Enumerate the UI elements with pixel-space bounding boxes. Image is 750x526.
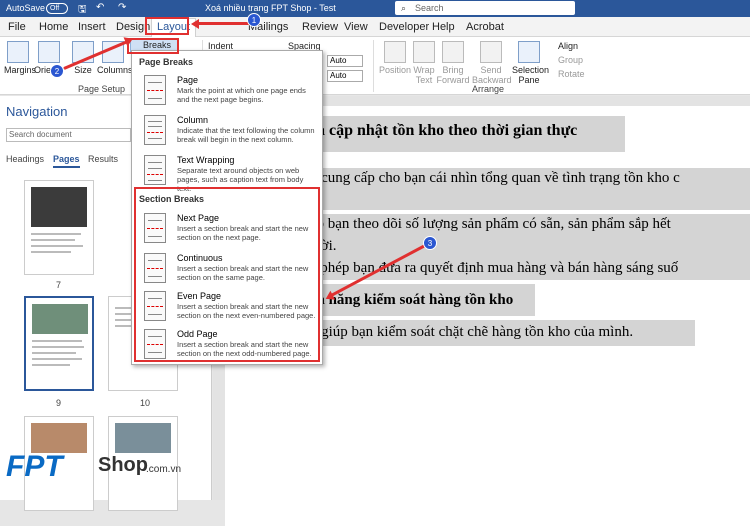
margins-label: Margins [4,65,37,75]
position-label: Position [378,65,412,75]
logo-brand: FPT [6,450,63,483]
page-thumbnail-selected[interactable] [24,296,94,391]
doc-line: S giúp bạn kiểm soát chặt chẽ hàng tồn k… [309,324,634,340]
redo-icon[interactable]: ↷ [118,2,126,13]
tab-developer[interactable]: Developer [379,21,429,33]
send-backward-button[interactable]: Send Backward [472,41,512,85]
undo-icon[interactable]: ↶ [96,2,104,13]
title-bar: AutoSave Off 🖫 ↶ ↷ Xoá nhiều trang FPT S… [0,0,750,17]
send-backward-label: Send Backward [472,65,512,85]
step-badge: 1 [247,13,261,27]
doc-heading: hả năng kiểm soát hàng tồn kho [309,292,514,308]
breaks-button-highlight [127,38,179,54]
navigation-search-input[interactable]: Search document [6,128,131,142]
orientation-icon [38,41,60,63]
bring-forward-icon [442,41,464,63]
logo-domain: .com.vn [146,464,182,475]
item-description: Mark the point at which one page ends an… [177,86,306,104]
item-title: Page [177,75,199,85]
page-number: 9 [56,398,62,408]
tab-headings[interactable]: Headings [6,154,44,164]
tab-home[interactable]: Home [39,21,68,33]
autosave-label: AutoSave [6,3,46,13]
text-wrapping-icon [144,155,166,185]
doc-heading: và cập nhật tồn kho theo thời gian thực [309,122,578,139]
selection-pane-label: Selection Pane [512,65,550,85]
wrap-text-label: Wrap Text [413,65,435,85]
logo-shop: Shop [98,454,148,476]
item-title: Column [177,115,209,125]
spacing-after-input[interactable]: Auto [327,70,363,82]
group-separator [373,40,374,92]
page-breaks-heading: Page Breaks [139,57,194,67]
doc-line: úp bạn theo dõi số lượng sản phẩm có sẵn… [309,216,671,232]
search-label: Search [415,3,444,13]
spacing-before-input[interactable]: Auto [327,55,363,67]
search-box[interactable]: ⌕ Search [395,1,575,15]
size-label: Size [74,65,92,75]
section-breaks-highlight [134,187,320,362]
document-title: Xoá nhiều trang FPT Shop - Test [205,3,336,13]
selection-pane-button[interactable]: Selection Pane [512,41,550,85]
arrange-group-label: Arrange [472,84,505,94]
page-number: 7 [56,280,62,290]
margins-icon [7,41,29,63]
wrap-text-button[interactable]: Wrap Text [410,41,438,85]
align-button[interactable]: Align [558,41,578,51]
columns-label: Columns [97,65,133,75]
send-backward-icon [480,41,502,63]
search-icon: ⌕ [401,3,407,13]
position-icon [384,41,406,63]
tab-file[interactable]: File [8,21,26,33]
tab-acrobat[interactable]: Acrobat [466,21,504,33]
ribbon-tabs: File Home Insert Design Layout Mailings … [0,17,750,37]
bring-forward-label: Bring Forward [436,65,470,85]
selection-pane-icon [518,41,540,63]
autosave-toggle[interactable]: Off [46,3,68,14]
tab-view[interactable]: View [344,21,368,33]
wrap-text-icon [413,41,435,63]
tab-insert[interactable]: Insert [78,21,106,33]
step-badge: 3 [423,236,437,250]
page-number: 10 [140,398,151,408]
text-wrapping-break-item[interactable]: Text Wrapping Separate text around objec… [138,153,318,193]
fpt-shop-logo: FPT Shop .com.vn [6,446,216,496]
doc-line: o phép bạn đưa ra quyết định mua hàng và… [309,260,679,276]
navigation-title: Navigation [6,104,68,119]
layout-tab-highlight [145,17,189,35]
position-button[interactable]: Position [378,41,412,75]
item-description: Indicate that the text following the col… [177,126,315,144]
bring-forward-button[interactable]: Bring Forward [436,41,470,85]
tab-review[interactable]: Review [302,21,338,33]
page-thumbnail[interactable] [24,180,94,275]
tab-help[interactable]: Help [432,21,455,33]
step-badge: 2 [50,64,64,78]
page-setup-group-label: Page Setup [78,84,126,94]
column-break-icon [144,115,166,145]
column-break-item[interactable]: Column Indicate that the text following … [138,113,318,151]
page-break-icon [144,75,166,105]
margins-button[interactable]: Margins [4,41,36,75]
tab-pages[interactable]: Pages [53,154,80,168]
item-title: Text Wrapping [177,155,235,165]
arrow-to-layout [196,22,250,25]
doc-line: S cung cấp cho bạn cái nhìn tổng quan về… [309,170,680,186]
group-button[interactable]: Group [558,55,583,65]
tab-results[interactable]: Results [88,154,118,164]
rotate-button[interactable]: Rotate [558,69,585,79]
page-break-item[interactable]: Page Mark the point at which one page en… [138,73,318,111]
